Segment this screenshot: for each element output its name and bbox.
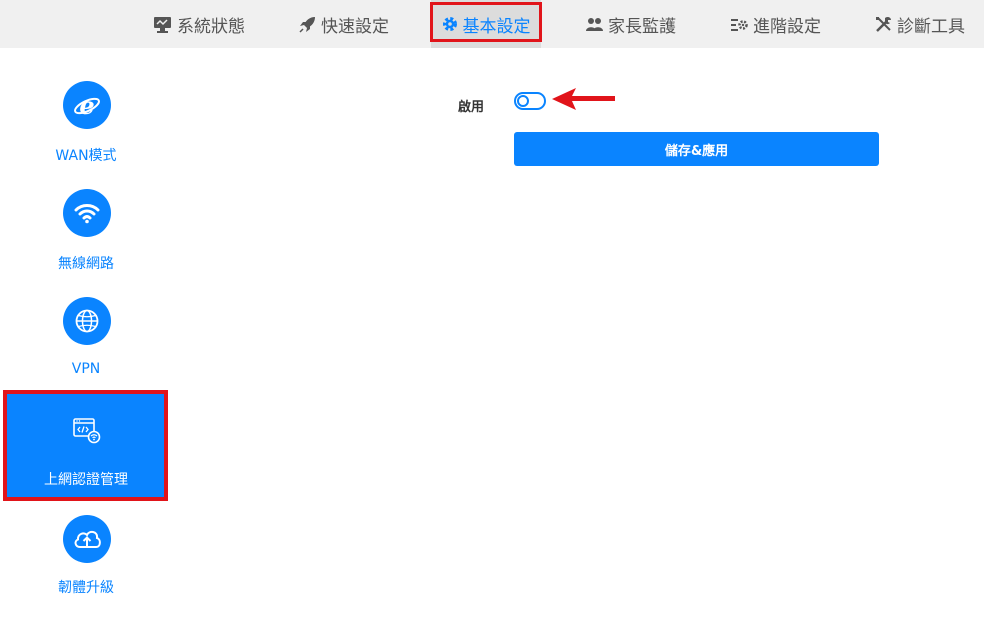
sidebar-item-web-auth[interactable]: 上網認證管理 (6, 393, 166, 501)
advanced-settings-icon (731, 17, 748, 32)
top-nav: 系統狀態 快速設定 基本設定 家長監護 進階設定 診斷工具 (0, 0, 984, 48)
tab-diagnostic-tools[interactable]: 診斷工具 (875, 0, 965, 48)
tab-label: 基本設定 (462, 16, 531, 37)
tab-quick-setup[interactable]: 快速設定 (299, 0, 389, 48)
globe-icon (63, 297, 111, 345)
sidebar-item-label: 韌體升級 (58, 580, 114, 596)
toggle-knob (517, 95, 529, 107)
tab-system-status[interactable]: 系統狀態 (153, 0, 245, 48)
sidebar-item-firmware-upgrade[interactable]: 韌體升級 (6, 515, 166, 623)
web-auth-icon (73, 418, 101, 448)
tab-parental-control[interactable]: 家長監護 (586, 0, 676, 48)
save-apply-button[interactable]: 儲存&應用 (514, 132, 879, 166)
sidebar-item-label: 無線網路 (58, 256, 114, 272)
tab-label: 診斷工具 (897, 16, 965, 37)
tab-label: 系統狀態 (177, 16, 245, 37)
gear-icon (442, 16, 458, 32)
internet-explorer-icon: e (63, 81, 111, 129)
sidebar-item-wan-mode[interactable]: e WAN模式 (6, 81, 166, 189)
monitor-icon (153, 16, 172, 33)
users-icon (586, 17, 603, 32)
sidebar-item-label: VPN (71, 361, 101, 377)
enable-label: 啟用 (457, 100, 484, 115)
sidebar-item-vpn[interactable]: VPN (6, 297, 166, 405)
sidebar-item-wireless[interactable]: 無線網路 (6, 189, 166, 297)
tab-label: 家長監護 (608, 16, 676, 37)
tab-label: 快速設定 (321, 16, 389, 37)
sidebar-item-label: WAN模式 (55, 148, 117, 164)
tab-advanced-settings[interactable]: 進階設定 (731, 0, 821, 48)
enable-toggle[interactable] (514, 92, 546, 110)
tab-label: 進階設定 (753, 16, 821, 37)
red-arrow-annotation (552, 86, 618, 116)
wifi-icon (63, 189, 111, 237)
rocket-icon (299, 16, 316, 33)
sidebar-item-label: 上網認證管理 (44, 472, 128, 488)
tools-icon (875, 16, 892, 33)
cloud-upload-icon (63, 515, 111, 563)
svg-text:e: e (79, 91, 94, 120)
tab-basic-settings[interactable]: 基本設定 (431, 0, 541, 48)
